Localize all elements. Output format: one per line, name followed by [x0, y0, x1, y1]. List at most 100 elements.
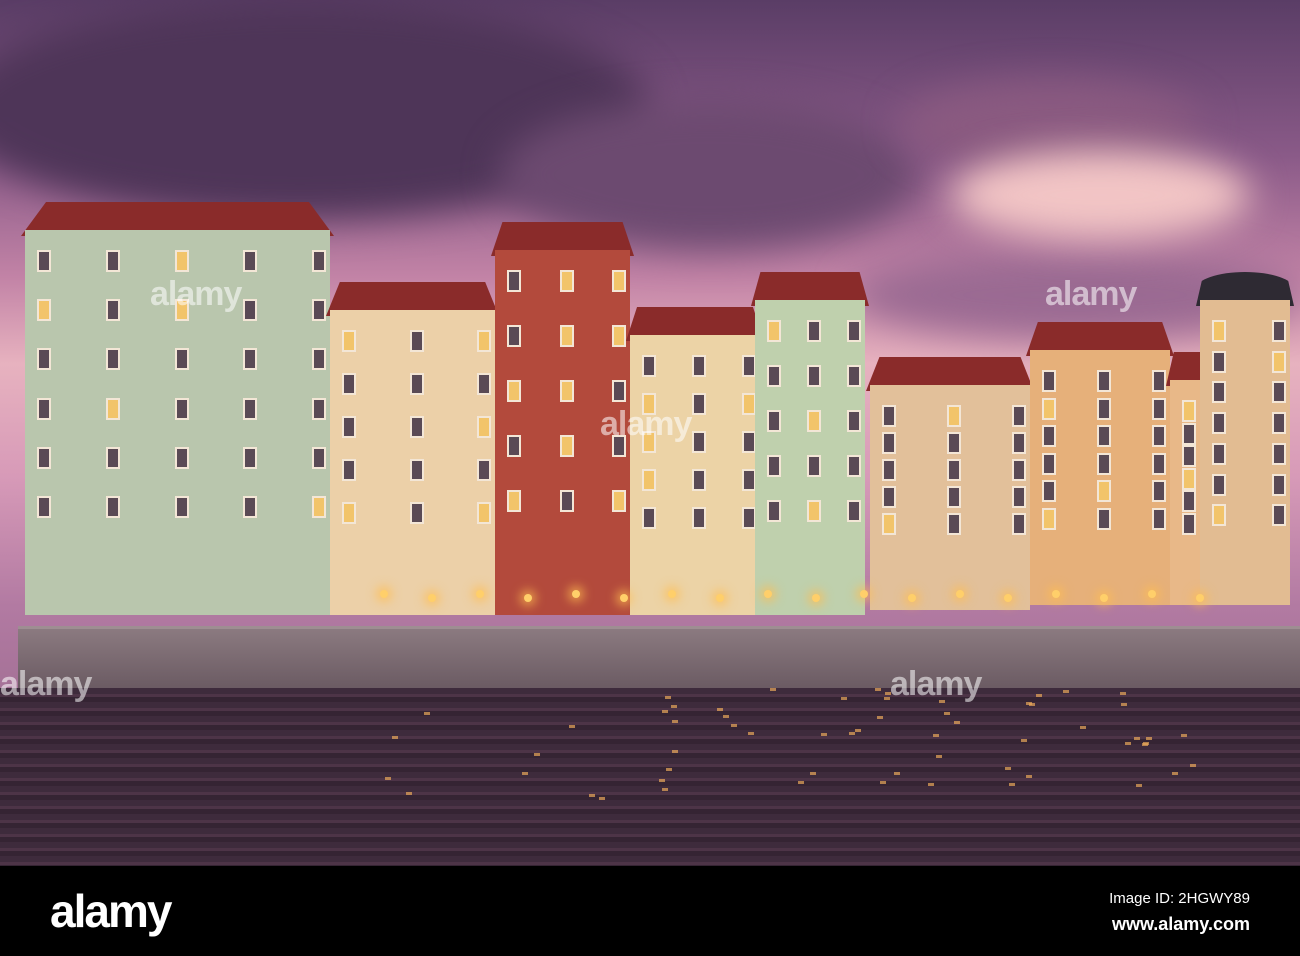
- window: [342, 459, 356, 481]
- window: [507, 270, 521, 292]
- light-reflection: [1121, 703, 1127, 706]
- window: [37, 398, 51, 420]
- light-reflection: [723, 715, 729, 718]
- window: [1182, 490, 1196, 512]
- light-reflection: [1172, 772, 1178, 775]
- window: [807, 500, 821, 522]
- window: [410, 416, 424, 438]
- street-light: [524, 594, 532, 602]
- window: [882, 432, 896, 454]
- window: [175, 496, 189, 518]
- light-reflection: [392, 736, 398, 739]
- window: [1097, 425, 1111, 447]
- window: [410, 502, 424, 524]
- window: [1042, 425, 1056, 447]
- window: [175, 447, 189, 469]
- street-light: [812, 594, 820, 602]
- cloud: [950, 150, 1250, 240]
- street-light: [668, 590, 676, 598]
- window: [847, 455, 861, 477]
- window: [106, 299, 120, 321]
- window: [410, 459, 424, 481]
- window: [1212, 474, 1226, 496]
- light-reflection: [1021, 739, 1027, 742]
- window: [1097, 453, 1111, 475]
- window: [692, 393, 706, 415]
- window: [507, 380, 521, 402]
- window: [1012, 459, 1026, 481]
- light-reflection: [849, 732, 855, 735]
- window: [37, 496, 51, 518]
- window: [807, 365, 821, 387]
- window: [37, 447, 51, 469]
- watermark: alamy: [890, 665, 981, 704]
- window: [742, 355, 756, 377]
- street-light: [860, 590, 868, 598]
- window: [1212, 504, 1226, 526]
- window: [1012, 486, 1026, 508]
- window: [312, 250, 326, 272]
- window: [1012, 513, 1026, 535]
- light-reflection: [855, 729, 861, 732]
- window: [1212, 443, 1226, 465]
- window: [767, 455, 781, 477]
- light-reflection: [672, 720, 678, 723]
- window: [342, 416, 356, 438]
- window: [807, 455, 821, 477]
- light-reflection: [1181, 734, 1187, 737]
- window: [1212, 320, 1226, 342]
- window: [882, 513, 896, 535]
- window: [1152, 453, 1166, 475]
- light-reflection: [1146, 737, 1152, 740]
- window: [1152, 480, 1166, 502]
- window: [847, 410, 861, 432]
- window: [560, 325, 574, 347]
- light-reflection: [880, 781, 886, 784]
- light-reflection: [424, 712, 430, 715]
- watermark: alamy: [150, 275, 241, 314]
- window: [37, 299, 51, 321]
- window: [312, 398, 326, 420]
- window: [312, 496, 326, 518]
- alamy-logo[interactable]: alamy: [50, 884, 170, 938]
- light-reflection: [810, 772, 816, 775]
- street-light: [476, 590, 484, 598]
- light-reflection: [1063, 690, 1069, 693]
- light-reflection: [522, 772, 528, 775]
- window: [882, 405, 896, 427]
- building: [755, 300, 865, 615]
- window: [767, 410, 781, 432]
- window: [692, 355, 706, 377]
- building: [1200, 300, 1290, 605]
- window: [477, 459, 491, 481]
- window: [243, 447, 257, 469]
- light-reflection: [599, 797, 605, 800]
- street-light: [428, 594, 436, 602]
- window: [742, 507, 756, 529]
- window: [692, 431, 706, 453]
- window: [175, 398, 189, 420]
- window: [312, 447, 326, 469]
- window: [1182, 445, 1196, 467]
- site-link[interactable]: www.alamy.com: [1112, 914, 1250, 935]
- light-reflection: [748, 732, 754, 735]
- light-reflection: [1142, 743, 1148, 746]
- window: [1097, 508, 1111, 530]
- watermark: alamy: [0, 665, 91, 704]
- street-light: [1196, 594, 1204, 602]
- window: [1212, 412, 1226, 434]
- window: [1272, 351, 1286, 373]
- window: [243, 398, 257, 420]
- window: [477, 502, 491, 524]
- window: [642, 355, 656, 377]
- window: [947, 486, 961, 508]
- light-reflection: [875, 688, 881, 691]
- window: [947, 459, 961, 481]
- window: [692, 469, 706, 491]
- light-reflection: [717, 708, 723, 711]
- light-reflection: [798, 781, 804, 784]
- light-reflection: [770, 688, 776, 691]
- window: [1152, 398, 1166, 420]
- window: [1042, 508, 1056, 530]
- window: [767, 500, 781, 522]
